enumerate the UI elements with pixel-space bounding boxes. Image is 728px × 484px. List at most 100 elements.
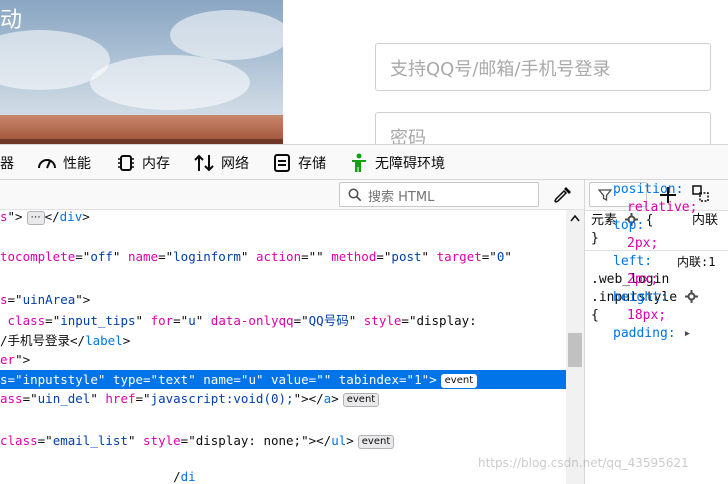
markup-line[interactable]: /手机号登录</label>: [0, 331, 566, 350]
markup-token: ">: [15, 352, 31, 367]
selected-markup-line[interactable]: s="inputstyle" type="text" name="u" valu…: [0, 370, 566, 389]
brace-close: }: [591, 231, 599, 246]
tab-storage[interactable]: 存储: [272, 145, 326, 180]
declaration-value[interactable]: 2px;: [627, 235, 658, 253]
password-input[interactable]: 密码: [375, 112, 711, 144]
markup-token: ": [504, 249, 512, 264]
markup-token: ="": [301, 249, 332, 264]
search-icon: [348, 188, 362, 202]
tab-accessibility[interactable]: 无障碍环境: [349, 145, 445, 180]
markup-token: /手机号登录</: [0, 333, 86, 348]
property-value: relative;: [627, 200, 698, 215]
markup-token: =": [45, 313, 61, 328]
memory-icon: [118, 154, 134, 171]
markup-token: name: [127, 249, 159, 264]
scroll-up-icon[interactable]: [570, 214, 580, 222]
markup-token: 1: [414, 372, 422, 387]
markup-token: off: [90, 249, 113, 264]
markup-token: action: [255, 249, 302, 264]
markup-search-bar: 搜索 HTML: [0, 180, 584, 210]
markup-token: ="display: none;"></: [180, 433, 332, 448]
railing: [0, 115, 283, 139]
collapsed-badge[interactable]: ⋯: [26, 211, 45, 225]
markup-token: ": [97, 372, 113, 387]
markup-token: =": [22, 391, 38, 406]
markup-line[interactable]: [0, 409, 566, 428]
markup-line[interactable]: tocomplete="off" name="loginform" action…: [0, 247, 566, 266]
markup-line[interactable]: class="input_tips" for="u" data-onlyqq="…: [0, 311, 566, 330]
markup-line[interactable]: ass="uin_del" href="javascript:void(0);"…: [0, 389, 566, 408]
declaration-property[interactable]: left:: [613, 253, 652, 271]
search-html-input[interactable]: 搜索 HTML: [339, 182, 539, 207]
markup-token: =": [376, 249, 392, 264]
hero-image: 动: [0, 0, 283, 144]
markup-token: style: [143, 433, 181, 448]
tab-performance[interactable]: 性能: [37, 145, 91, 180]
markup-token: data-onlyqq: [210, 313, 294, 328]
markup-token: =": [399, 372, 415, 387]
declaration-property[interactable]: top:: [613, 217, 644, 235]
markup-scrollbar[interactable]: [566, 210, 584, 484]
markup-line[interactable]: class="email_list" style="display: none;…: [0, 431, 566, 450]
devtools-toolbar: 器 性能 内存 网络 存储 无障碍环境: [0, 144, 728, 180]
declaration-value[interactable]: relative;: [627, 199, 697, 217]
event-badge[interactable]: event: [440, 374, 478, 388]
markup-token: ">: [75, 292, 91, 307]
scrollbar-thumb[interactable]: [568, 333, 582, 367]
eyedropper-icon[interactable]: [553, 185, 573, 205]
property-name: top:: [613, 218, 645, 233]
declaration-property[interactable]: position:: [613, 181, 683, 199]
event-badge[interactable]: event: [342, 393, 380, 407]
rule-source-link[interactable]: 内联:1: [677, 253, 715, 271]
declaration-value[interactable]: 2px;: [627, 271, 658, 289]
filter-icon: [598, 189, 612, 202]
markup-token: =": [75, 249, 91, 264]
markup-token: ": [255, 372, 272, 387]
markup-token: >: [122, 333, 131, 348]
declaration-property[interactable]: padding: ▸: [613, 325, 691, 343]
tab-memory[interactable]: 内存: [116, 145, 170, 180]
markup-token: =": [135, 391, 151, 406]
markup-line[interactable]: s"> ⋯ </div>: [0, 207, 566, 226]
tab-network[interactable]: 网络: [193, 145, 249, 180]
declaration-property[interactable]: height:: [613, 289, 668, 307]
markup-token: </: [44, 209, 60, 224]
markup-token: ": [348, 313, 364, 328]
gear-icon[interactable]: [684, 290, 698, 303]
property-value: 18px;: [627, 308, 667, 323]
username-input[interactable]: 支持QQ号/邮箱/手机号登录: [375, 43, 711, 91]
markup-token: [0, 313, 8, 328]
declaration-value[interactable]: 18px;: [627, 307, 666, 325]
web-page: 动 支持QQ号/邮箱/手机号登录 密码: [0, 0, 728, 144]
markup-token: value: [271, 372, 309, 387]
markup-view: 搜索 HTML s"> ⋯ </div> tocomplete="off" name=…: [0, 180, 584, 484]
markup-token: ": [240, 249, 256, 264]
markup-token: ": [135, 313, 151, 328]
markup-token: text: [158, 372, 189, 387]
markup-token: s: [0, 292, 8, 307]
markup-token: s: [0, 209, 8, 224]
markup-token: =": [158, 249, 174, 264]
markup-token: post: [391, 249, 422, 264]
markup-token: =": [7, 292, 23, 307]
tab-inspector[interactable]: 器: [0, 145, 14, 180]
markup-line[interactable]: er">: [0, 350, 566, 369]
markup-token: di: [180, 469, 196, 484]
markup-token: u: [188, 313, 196, 328]
tab-label: 器: [0, 155, 14, 172]
markup-token: ="display:: [401, 313, 477, 328]
markup-line[interactable]: s="uinArea">: [0, 290, 566, 309]
markup-token: QQ号码: [308, 313, 349, 328]
markup-token: er: [0, 352, 16, 367]
markup-token: /: [0, 469, 181, 484]
expand-arrow-icon[interactable]: ▸: [676, 326, 691, 341]
markup-token: name: [203, 372, 234, 387]
markup-token: >: [331, 391, 339, 406]
markup-line[interactable]: [0, 226, 566, 245]
markup-token: ": [112, 249, 128, 264]
tab-label: 无障碍环境: [375, 155, 445, 172]
network-icon: [194, 154, 214, 171]
markup-token: email_list: [52, 433, 128, 448]
event-badge[interactable]: event: [357, 435, 395, 449]
markup-line[interactable]: [0, 268, 566, 287]
